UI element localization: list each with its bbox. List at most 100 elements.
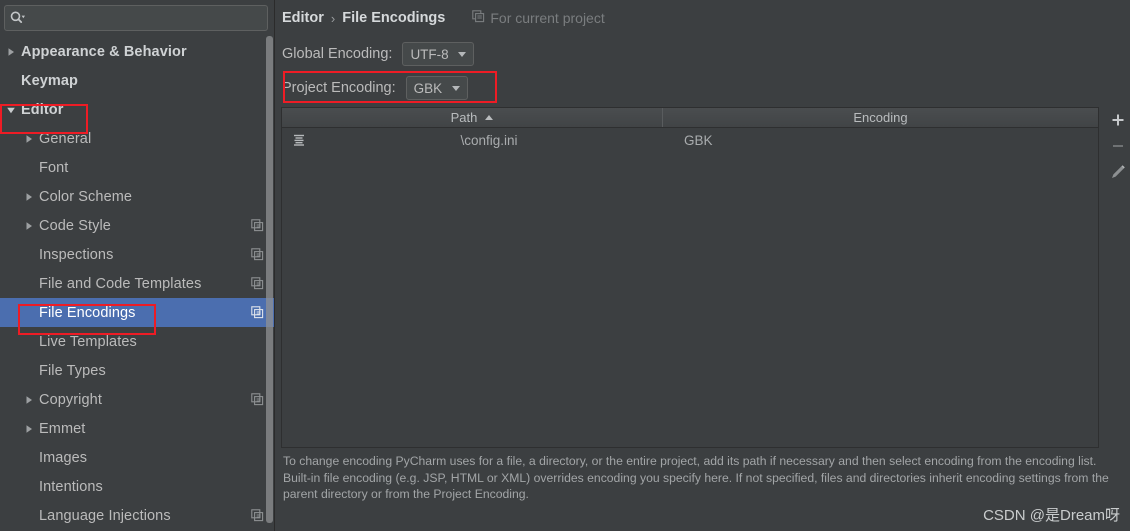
twisty-placeholder [22, 480, 36, 494]
search-input[interactable] [28, 8, 267, 28]
copy-icon [250, 306, 264, 320]
remove-button[interactable] [1106, 133, 1130, 159]
settings-dialog: Appearance & Behavior Keymap Editor General… [0, 0, 1130, 531]
sidebar-item-color-scheme[interactable]: Color Scheme [0, 182, 274, 211]
search-box[interactable] [4, 5, 268, 31]
breadcrumb: Editor › File Encodings For current proj… [282, 10, 605, 26]
copy-icon [250, 393, 264, 407]
global-encoding-value: UTF-8 [410, 46, 449, 62]
sidebar-item-language-injections[interactable]: Language Injections [0, 501, 274, 530]
sidebar-item-label: File and Code Templates [39, 275, 202, 292]
sidebar-item-label: Editor [21, 101, 64, 118]
copy-icon [250, 509, 264, 523]
twisty-placeholder [22, 306, 36, 320]
sidebar-item-file-types[interactable]: File Types [0, 356, 274, 385]
sidebar-item-label: Images [39, 449, 88, 466]
settings-sidebar: Appearance & Behavior Keymap Editor General… [0, 0, 275, 531]
sidebar-item-label: Intentions [39, 478, 103, 495]
sidebar-item-label: Live Templates [39, 333, 137, 350]
copy-icon [250, 248, 264, 262]
twisty-right-icon[interactable] [4, 45, 18, 59]
sidebar-item-keymap[interactable]: Keymap [0, 66, 274, 95]
copy-icon [250, 277, 264, 291]
copy-icon [472, 10, 485, 26]
table-cell-encoding[interactable]: GBK [663, 133, 1098, 148]
column-header-encoding-label: Encoding [853, 110, 908, 125]
scope-note-label: For current project [490, 10, 605, 26]
chevron-down-icon [451, 85, 460, 91]
sidebar-item-label: Language Injections [39, 507, 171, 524]
sidebar-item-inspections[interactable]: Inspections [0, 240, 274, 269]
breadcrumb-separator-icon: › [330, 10, 336, 26]
search-icon [6, 7, 28, 29]
sidebar-item-code-style[interactable]: Code Style [0, 211, 274, 240]
twisty-placeholder [4, 74, 18, 88]
sidebar-item-label: Inspections [39, 246, 114, 263]
sidebar-item-font[interactable]: Font [0, 153, 274, 182]
twisty-placeholder [22, 161, 36, 175]
file-list-icon [282, 133, 315, 147]
sidebar-item-label: Appearance & Behavior [21, 43, 187, 60]
sidebar-scrollbar[interactable] [266, 36, 273, 523]
twisty-placeholder [22, 248, 36, 262]
sidebar-item-editor[interactable]: Editor [0, 95, 274, 124]
sort-ascending-icon [485, 115, 494, 120]
watermark: CSDN @是Dream呀 [983, 507, 1120, 524]
sidebar-item-file-and-code-templates[interactable]: File and Code Templates [0, 269, 274, 298]
sidebar-item-appearance-behavior[interactable]: Appearance & Behavior [0, 37, 274, 66]
sidebar-item-general[interactable]: General [0, 124, 274, 153]
twisty-right-icon[interactable] [22, 219, 36, 233]
project-encoding-value: GBK [413, 80, 443, 96]
sidebar-item-label: General [39, 130, 92, 147]
table-cell-path: \config.ini [460, 132, 518, 148]
twisty-placeholder [22, 451, 36, 465]
table-body: \config.ini GBK [282, 128, 1098, 152]
twisty-placeholder [22, 364, 36, 378]
twisty-right-icon[interactable] [22, 422, 36, 436]
project-encoding-dropdown[interactable]: GBK [405, 76, 468, 100]
project-encoding-label: Project Encoding: [282, 80, 396, 96]
global-encoding-label: Global Encoding: [282, 46, 393, 62]
twisty-right-icon[interactable] [22, 393, 36, 407]
table-header: Path Encoding [282, 108, 1098, 128]
sidebar-item-label: Font [39, 159, 69, 176]
column-header-path[interactable]: Path [282, 108, 663, 127]
chevron-down-icon [457, 51, 466, 57]
sidebar-item-label: Code Style [39, 217, 111, 234]
hint-text: To change encoding PyCharm uses for a fi… [283, 454, 1109, 501]
sidebar-item-label: Color Scheme [39, 188, 133, 205]
sidebar-item-intentions[interactable]: Intentions [0, 472, 274, 501]
sidebar-item-label: Keymap [21, 72, 79, 89]
table-row[interactable]: \config.ini GBK [282, 128, 1098, 152]
settings-tree: Appearance & Behavior Keymap Editor General… [0, 33, 274, 530]
column-header-path-label: Path [450, 110, 478, 125]
project-encoding-row: Project Encoding: GBK [282, 76, 468, 100]
scope-note: For current project [472, 10, 605, 26]
table-toolbar [1106, 107, 1130, 185]
global-encoding-row: Global Encoding: UTF-8 [282, 42, 474, 66]
sidebar-item-label: Emmet [39, 420, 86, 437]
sidebar-item-images[interactable]: Images [0, 443, 274, 472]
sidebar-item-emmet[interactable]: Emmet [0, 414, 274, 443]
twisty-placeholder [22, 335, 36, 349]
file-encodings-panel: Editor › File Encodings For current proj… [275, 0, 1130, 531]
sidebar-item-label: Copyright [39, 391, 102, 408]
sidebar-item-copyright[interactable]: Copyright [0, 385, 274, 414]
sidebar-search-area [0, 0, 274, 33]
encodings-table: Path Encoding \config.ini GBK [281, 107, 1099, 448]
breadcrumb-root[interactable]: Editor [282, 10, 324, 26]
twisty-right-icon[interactable] [22, 190, 36, 204]
breadcrumb-current: File Encodings [342, 10, 446, 26]
add-button[interactable] [1106, 107, 1130, 133]
twisty-right-icon[interactable] [22, 132, 36, 146]
edit-button[interactable] [1106, 159, 1130, 185]
twisty-placeholder [22, 277, 36, 291]
twisty-placeholder [22, 509, 36, 523]
sidebar-item-live-templates[interactable]: Live Templates [0, 327, 274, 356]
column-header-encoding[interactable]: Encoding [663, 108, 1098, 127]
sidebar-item-file-encodings[interactable]: File Encodings [0, 298, 274, 327]
sidebar-item-label: File Encodings [39, 304, 136, 321]
twisty-down-icon[interactable] [4, 103, 18, 117]
global-encoding-dropdown[interactable]: UTF-8 [402, 42, 474, 66]
copy-icon [250, 219, 264, 233]
